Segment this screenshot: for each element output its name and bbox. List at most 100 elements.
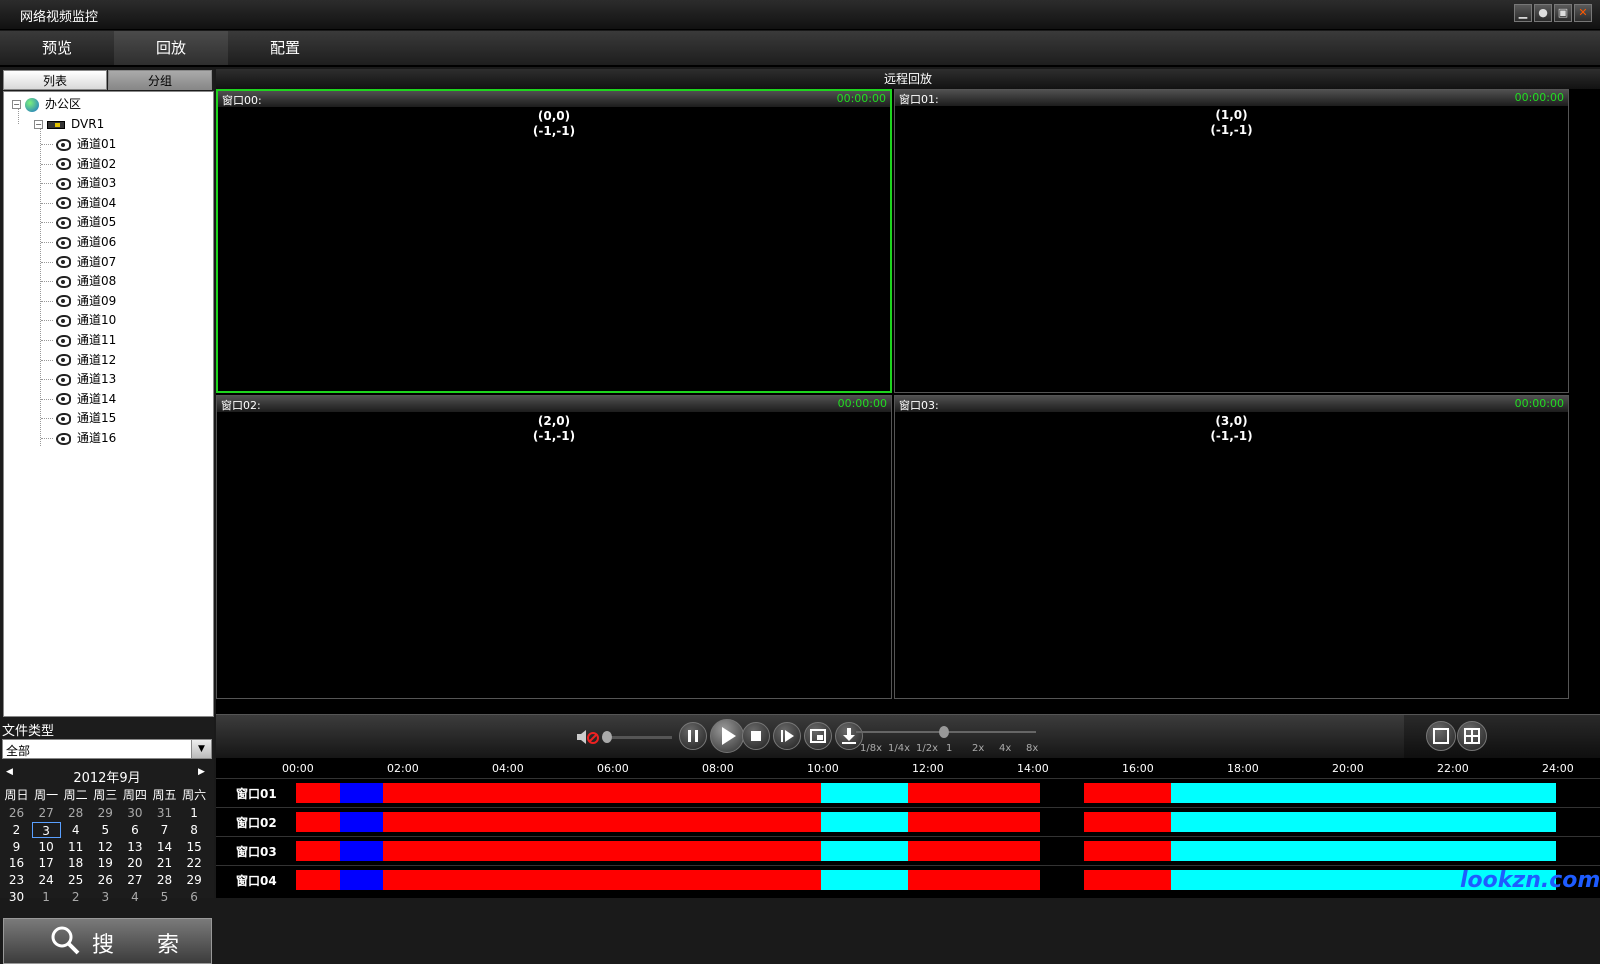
speed-label[interactable]: 2x	[972, 743, 984, 754]
calendar-day[interactable]: 1	[180, 805, 209, 821]
calendar-day[interactable]: 12	[91, 839, 120, 855]
recording-segment[interactable]	[821, 870, 909, 890]
recording-segment[interactable]	[339, 812, 384, 832]
calendar-day[interactable]: 30	[2, 889, 31, 905]
calendar-day[interactable]: 28	[61, 805, 90, 821]
recording-segment[interactable]	[1083, 870, 1171, 890]
search-button[interactable]: 搜 索	[3, 918, 212, 964]
channel-item[interactable]: 通道07	[56, 252, 116, 272]
single-layout-button[interactable]	[1426, 721, 1456, 751]
recording-segment[interactable]	[821, 841, 909, 861]
channel-item[interactable]: 通道04	[56, 193, 116, 213]
calendar-day[interactable]: 11	[61, 839, 90, 855]
recording-segment[interactable]	[1083, 783, 1171, 803]
tree-device[interactable]: − DVR1	[34, 114, 104, 134]
calendar-day[interactable]: 26	[2, 805, 31, 821]
calendar-day[interactable]: 19	[91, 855, 120, 871]
channel-item[interactable]: 通道08	[56, 271, 116, 291]
channel-item[interactable]: 通道15	[56, 408, 116, 428]
recording-segment[interactable]	[339, 870, 384, 890]
calendar-day[interactable]: 6	[120, 822, 149, 838]
close-icon[interactable]: ✕	[1574, 4, 1592, 22]
recording-segment[interactable]	[296, 812, 340, 832]
calendar-day[interactable]: 13	[120, 839, 149, 855]
play-button[interactable]	[710, 719, 744, 753]
channel-item[interactable]: 通道06	[56, 232, 116, 252]
calendar-day[interactable]: 20	[120, 855, 149, 871]
recording-segment[interactable]	[821, 783, 909, 803]
recording-segment[interactable]	[1170, 812, 1556, 832]
calendar-day[interactable]: 5	[91, 822, 120, 838]
calendar-day[interactable]: 10	[32, 839, 61, 855]
user-icon[interactable]: ●	[1534, 4, 1552, 22]
recording-segment[interactable]	[1083, 841, 1171, 861]
recording-segment[interactable]	[908, 870, 1040, 890]
recording-segment[interactable]	[1083, 812, 1171, 832]
calendar-day[interactable]: 25	[61, 872, 90, 888]
channel-item[interactable]: 通道10	[56, 310, 116, 330]
channel-item[interactable]: 通道03	[56, 173, 116, 193]
calendar-day[interactable]: 18	[61, 855, 90, 871]
lock-icon[interactable]: ▣	[1554, 4, 1572, 22]
recording-segment[interactable]	[296, 783, 340, 803]
calendar-day[interactable]: 24	[32, 872, 61, 888]
channel-item[interactable]: 通道05	[56, 212, 116, 232]
recording-segment[interactable]	[908, 812, 1040, 832]
calendar-day[interactable]: 23	[2, 872, 31, 888]
calendar-day[interactable]: 28	[150, 872, 179, 888]
recording-segment[interactable]	[821, 812, 909, 832]
video-pane[interactable]: 窗口03: 00:00:00 (3,0) (-1,-1)	[894, 395, 1569, 699]
timeline-row[interactable]: 窗口01	[216, 778, 1600, 806]
channel-item[interactable]: 通道12	[56, 350, 116, 370]
volume-slider[interactable]	[602, 736, 672, 739]
video-pane[interactable]: 窗口01: 00:00:00 (1,0) (-1,-1)	[894, 89, 1569, 393]
recording-segment[interactable]	[383, 783, 821, 803]
download-button[interactable]	[835, 722, 863, 750]
stop-button[interactable]	[742, 722, 770, 750]
calendar-day[interactable]: 17	[32, 855, 61, 871]
capture-button[interactable]	[804, 722, 832, 750]
timeline[interactable]: 00:00 02:00 04:00 06:00 08:00 10:00 12:00 14:00…	[216, 758, 1600, 898]
calendar-day[interactable]: 5	[150, 889, 179, 905]
speed-label[interactable]: 1/8x	[860, 743, 882, 754]
recording-segment[interactable]	[296, 870, 340, 890]
recording-segment[interactable]	[296, 841, 340, 861]
speed-label[interactable]: 1	[946, 743, 952, 754]
menu-preview[interactable]: 预览	[0, 31, 114, 65]
calendar-day[interactable]: 26	[91, 872, 120, 888]
file-type-select[interactable]: 全部 ▼	[2, 739, 212, 759]
timeline-row[interactable]: 窗口04	[216, 865, 1600, 893]
calendar-day[interactable]: 27	[120, 872, 149, 888]
channel-item[interactable]: 通道09	[56, 291, 116, 311]
recording-segment[interactable]	[383, 812, 821, 832]
step-forward-button[interactable]	[773, 722, 801, 750]
speed-label[interactable]: 1/2x	[916, 743, 938, 754]
calendar-day[interactable]: 15	[180, 839, 209, 855]
volume-thumb[interactable]	[602, 731, 612, 743]
pause-button[interactable]	[679, 722, 707, 750]
minimize-icon[interactable]: ▁	[1514, 4, 1532, 22]
next-month-icon[interactable]: ▶	[198, 767, 205, 777]
calendar-day[interactable]: 2	[61, 889, 90, 905]
chevron-down-icon[interactable]: ▼	[191, 740, 211, 758]
calendar-day[interactable]: 29	[180, 872, 209, 888]
menu-config[interactable]: 配置	[228, 31, 342, 65]
quad-layout-button[interactable]	[1457, 721, 1487, 751]
calendar-day[interactable]: 4	[61, 822, 90, 838]
recording-segment[interactable]	[383, 841, 821, 861]
video-pane[interactable]: 窗口02: 00:00:00 (2,0) (-1,-1)	[216, 395, 892, 699]
menu-playback[interactable]: 回放	[114, 31, 228, 65]
recording-segment[interactable]	[1170, 783, 1556, 803]
channel-item[interactable]: 通道02	[56, 154, 116, 174]
channel-item[interactable]: 通道13	[56, 369, 116, 389]
recording-segment[interactable]	[1170, 841, 1556, 861]
calendar-day[interactable]: 30	[120, 805, 149, 821]
calendar-day[interactable]: 6	[180, 889, 209, 905]
recording-segment[interactable]	[339, 783, 384, 803]
calendar-day[interactable]: 7	[150, 822, 179, 838]
speed-label[interactable]: 4x	[999, 743, 1011, 754]
tab-list[interactable]: 列表	[3, 70, 107, 90]
calendar-day[interactable]: 14	[150, 839, 179, 855]
recording-segment[interactable]	[383, 870, 821, 890]
volume-icon[interactable]	[576, 729, 600, 745]
